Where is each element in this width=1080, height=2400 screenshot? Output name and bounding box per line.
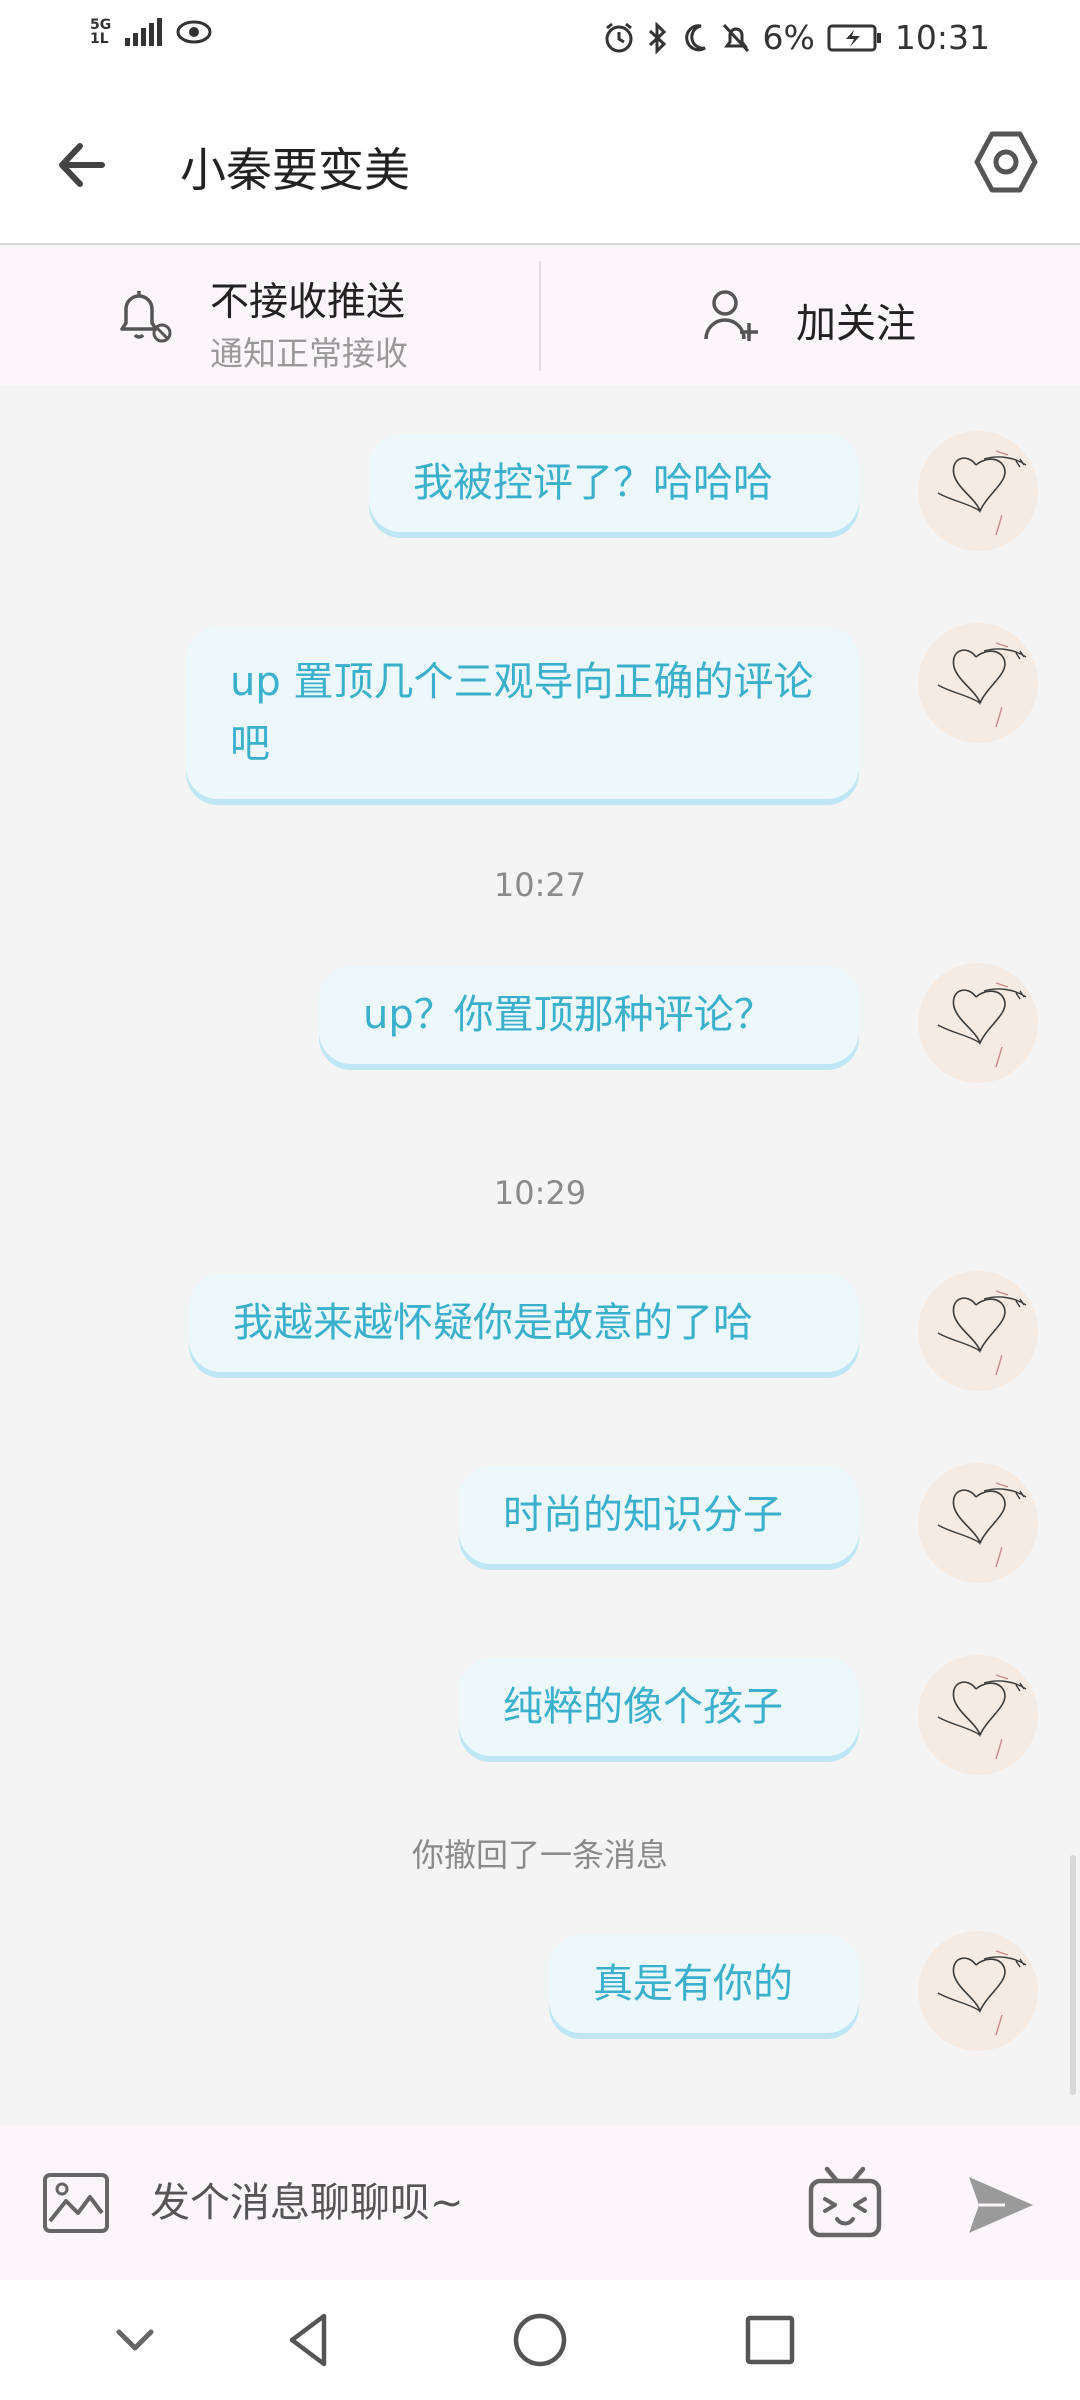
push-setting-title: 不接收推送 xyxy=(210,280,406,325)
nav-home-circle-icon[interactable] xyxy=(510,2310,570,2370)
system-nav-bar xyxy=(0,2280,1080,2400)
scrollbar[interactable] xyxy=(1070,1855,1076,2095)
message-input[interactable] xyxy=(150,2165,770,2241)
network-type-bottom: 1L xyxy=(90,31,109,47)
battery-percent: 6% xyxy=(762,18,815,57)
avatar[interactable] xyxy=(918,1655,1038,1775)
chevron-down-icon[interactable] xyxy=(105,2310,165,2370)
timestamp-label: 10:29 xyxy=(493,1174,587,1212)
message-bubble[interactable]: 我被控评了？哈哈哈 xyxy=(369,434,859,532)
mute-bell-icon xyxy=(722,23,749,52)
network-type-label: 5G 1L xyxy=(90,18,111,46)
avatar[interactable] xyxy=(918,1463,1038,1583)
heart-hand-sketch-icon xyxy=(937,642,1027,728)
send-icon[interactable] xyxy=(965,2173,1037,2237)
chat-title: 小秦要变美 xyxy=(180,143,410,197)
bell-muted-icon xyxy=(120,291,172,343)
status-right: 6% 10:31 xyxy=(603,18,990,57)
message-bubble[interactable]: 我越来越怀疑你是故意的了哈 xyxy=(189,1274,859,1372)
alarm-icon xyxy=(605,22,633,52)
bluetooth-icon xyxy=(648,21,666,54)
message-bubble[interactable]: 纯粹的像个孩子 xyxy=(459,1658,859,1756)
chat-options-bar: 不接收推送 通知正常接收 加关注 xyxy=(0,247,1080,385)
image-picker-icon[interactable] xyxy=(40,2167,112,2239)
timestamp-label: 10:27 xyxy=(493,866,587,904)
eye-icon xyxy=(176,20,212,44)
nav-back-triangle-icon[interactable] xyxy=(280,2310,340,2370)
heart-hand-sketch-icon xyxy=(937,1674,1027,1760)
back-arrow-icon[interactable] xyxy=(50,130,120,200)
hexagon-settings-icon[interactable] xyxy=(970,126,1042,198)
battery-charging-icon xyxy=(827,24,881,51)
heart-hand-sketch-icon xyxy=(937,982,1027,1068)
heart-hand-sketch-icon xyxy=(937,450,1027,536)
avatar[interactable] xyxy=(918,1931,1038,2051)
message-input-bar xyxy=(0,2125,1080,2280)
heart-hand-sketch-icon xyxy=(937,1290,1027,1376)
message-bubble[interactable]: 真是有你的 xyxy=(549,1935,859,2033)
nav-recents-square-icon[interactable] xyxy=(740,2310,800,2370)
avatar[interactable] xyxy=(918,963,1038,1083)
follow-button[interactable]: 加关注 xyxy=(541,247,1080,385)
clock-time: 10:31 xyxy=(894,18,990,57)
avatar[interactable] xyxy=(918,623,1038,743)
status-left: 5G 1L xyxy=(90,18,212,46)
push-setting-button[interactable]: 不接收推送 通知正常接收 xyxy=(0,247,540,385)
recall-notice: 你撤回了一条消息 xyxy=(411,1836,668,1874)
message-bubble[interactable]: up？你置顶那种评论？ xyxy=(319,966,859,1064)
heart-hand-sketch-icon xyxy=(937,1950,1027,2036)
avatar[interactable] xyxy=(918,431,1038,551)
signal-icon xyxy=(125,18,163,46)
status-bar: 5G 1L 6% 10:31 xyxy=(0,0,1080,80)
follow-label: 加关注 xyxy=(796,301,916,347)
chat-screen: 5G 1L 6% 10:31 小秦要变美 不接收推送 通知正常接收 加关注 我被… xyxy=(0,0,1080,2400)
emoji-tv-icon[interactable] xyxy=(805,2163,885,2243)
message-bubble[interactable]: up 置顶几个三观导向正确的评论吧 xyxy=(186,627,859,799)
message-bubble[interactable]: 时尚的知识分子 xyxy=(459,1466,859,1564)
add-user-icon xyxy=(704,290,758,341)
network-type-top: 5G xyxy=(90,17,112,33)
avatar[interactable] xyxy=(918,1271,1038,1391)
moon-icon xyxy=(684,23,706,51)
app-bar: 小秦要变美 xyxy=(0,80,1080,245)
heart-hand-sketch-icon xyxy=(937,1482,1027,1568)
push-setting-subtitle: 通知正常接收 xyxy=(210,334,408,373)
